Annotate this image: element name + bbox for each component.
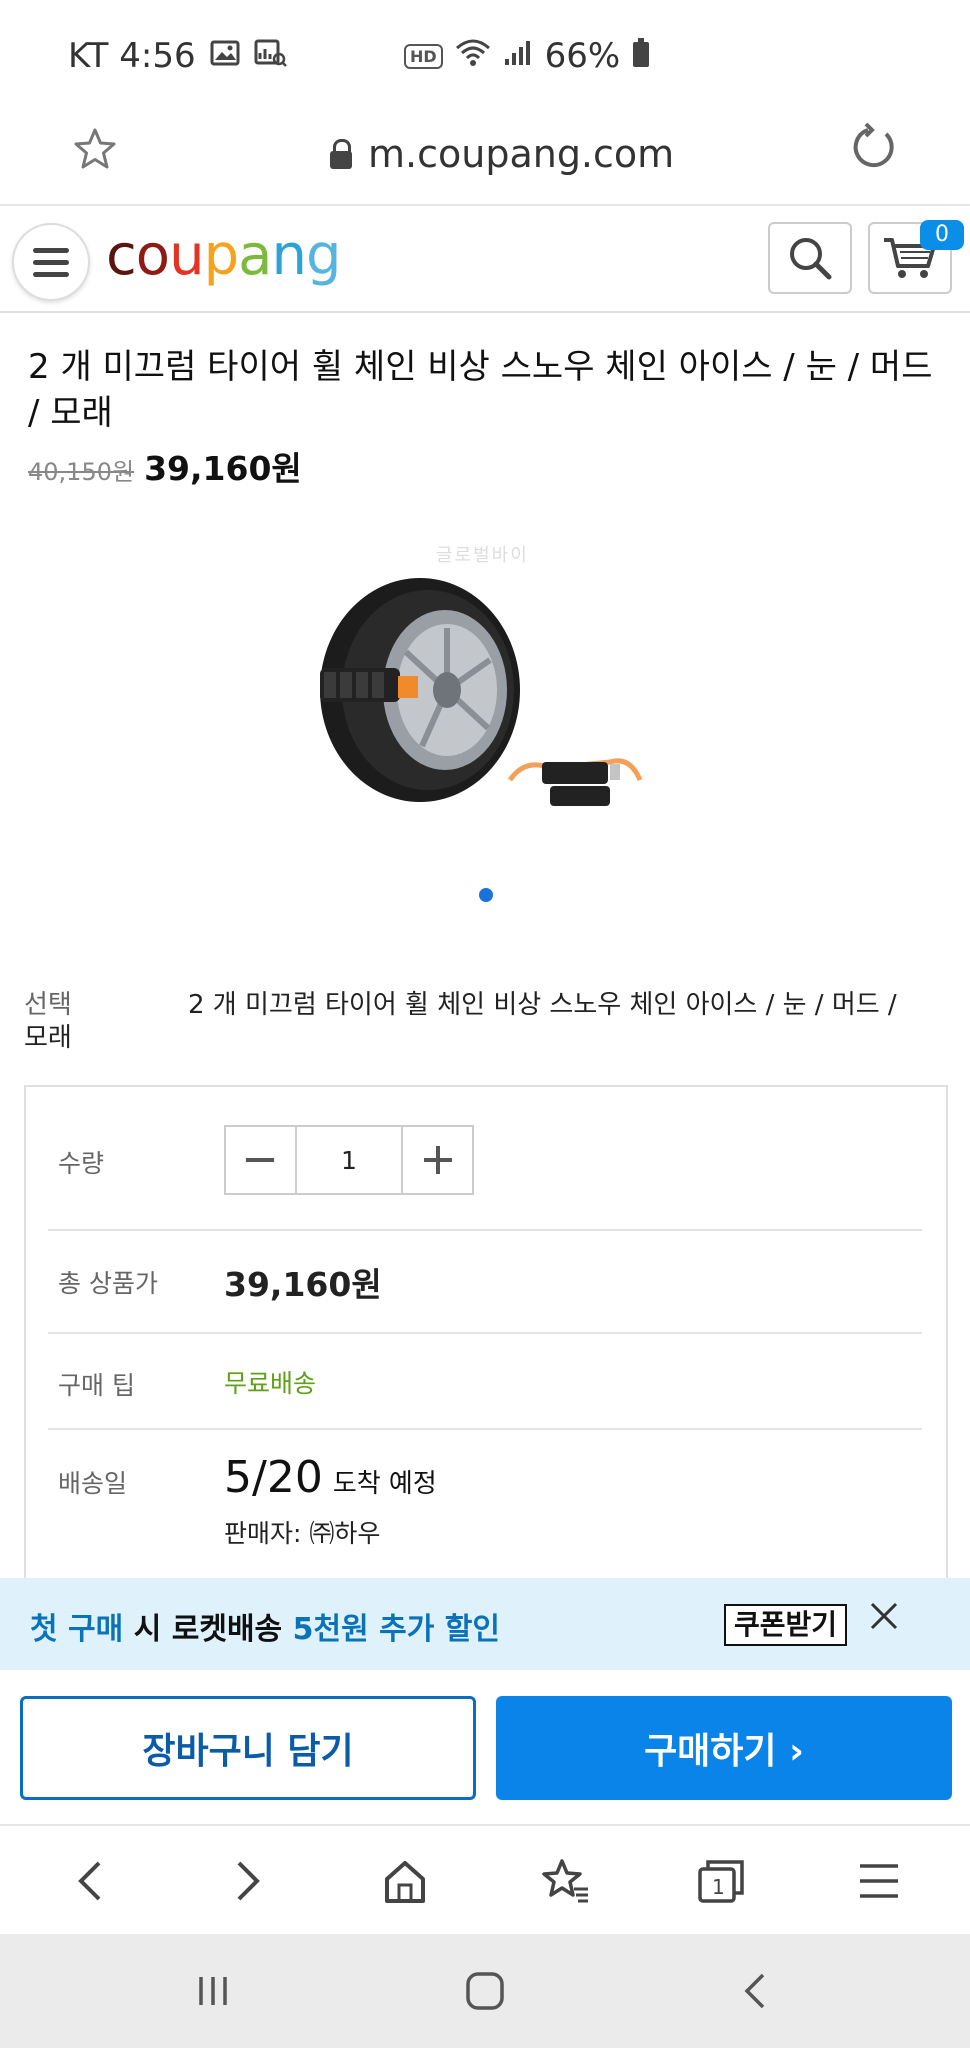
add-to-cart-button[interactable]: 장바구니 담기 <box>20 1696 476 1800</box>
system-nav-bar <box>0 1934 970 2048</box>
battery-percent: 66% <box>544 36 621 76</box>
system-back-icon[interactable] <box>720 1958 790 2024</box>
option-label: 선택 <box>24 990 72 1020</box>
coupon-text-rocket: 시 로켓배송 <box>123 1612 293 1647</box>
get-coupon-button[interactable]: 쿠폰받기 <box>724 1604 848 1646</box>
forward-icon[interactable] <box>212 1848 282 1914</box>
status-bar: KT 4:56 HD 66% <box>0 0 970 110</box>
app-header: coupang <box>0 207 970 313</box>
logo-letter: c <box>106 223 137 288</box>
free-shipping-tip: 무료배송 <box>224 1369 317 1398</box>
total-label: 총 상품가 <box>58 1269 158 1298</box>
logo-letter: o <box>135 223 170 288</box>
search-icon <box>790 238 832 280</box>
delivery-date-suffix: 도착 예정 <box>332 1469 437 1499</box>
quantity-label: 수량 <box>58 1149 105 1178</box>
hd-icon: HD <box>404 43 443 69</box>
image-search-icon <box>254 39 288 74</box>
logo-letter: p <box>203 223 240 288</box>
hamburger-menu-button[interactable] <box>12 223 90 301</box>
price-row: 40,150원 39,160원 <box>28 442 302 490</box>
quantity-stepper: 1 <box>224 1125 474 1195</box>
recent-apps-icon[interactable] <box>178 1958 248 2024</box>
option-value[interactable]: 2 개 미끄럼 타이어 휠 체인 비상 스노우 체인 아이스 / 눈 / 머드 … <box>188 984 948 1021</box>
logo-letter: u <box>169 223 204 288</box>
carrier-time: KT 4:56 <box>68 36 196 76</box>
coupang-logo[interactable]: coupang <box>106 223 342 288</box>
battery-icon <box>632 37 650 75</box>
search-button[interactable] <box>768 222 852 294</box>
decrease-button[interactable] <box>226 1127 295 1193</box>
divider <box>48 1332 922 1334</box>
delivery-label: 배송일 <box>58 1469 128 1498</box>
quantity-value[interactable]: 1 <box>294 1127 404 1193</box>
minus-icon <box>246 1158 275 1162</box>
logo-letter: n <box>271 223 306 288</box>
action-area: 장바구니 담기 구매하기 › <box>0 1670 970 1824</box>
svg-text:1: 1 <box>712 1875 725 1899</box>
cart-count-badge: 0 <box>920 220 964 250</box>
coupon-text-discount: 5천원 추가 할인 <box>292 1612 500 1647</box>
close-icon[interactable] <box>864 1596 904 1647</box>
carousel-dot[interactable] <box>479 888 493 902</box>
system-home-icon[interactable] <box>450 1958 520 2024</box>
option-value-wrap[interactable]: 모래 <box>24 1017 72 1054</box>
wifi-icon <box>455 38 491 75</box>
home-icon[interactable] <box>370 1848 440 1914</box>
menu-line <box>33 247 69 253</box>
signal-icon <box>503 39 533 74</box>
tip-label: 구매 팁 <box>58 1371 135 1400</box>
status-left: KT 4:56 <box>68 36 288 76</box>
buy-now-button[interactable]: 구매하기 › <box>496 1696 952 1800</box>
divider <box>48 1229 922 1231</box>
menu-line <box>33 259 69 265</box>
original-price: 40,150원 <box>28 458 135 486</box>
plus-icon <box>423 1146 452 1174</box>
gallery-icon <box>210 40 240 73</box>
bookmark-star-icon[interactable] <box>72 126 118 184</box>
browser-url-bar: m.coupang.com <box>0 110 970 206</box>
delivery-date: 5/20 도착 예정 <box>224 1452 437 1503</box>
lock-icon <box>330 139 352 169</box>
coupon-text: 첫 구매 시 로켓배송 5천원 추가 할인 <box>30 1604 500 1648</box>
total-price: 39,160원 <box>224 1265 382 1304</box>
url-text: m.coupang.com <box>368 132 675 176</box>
tabs-icon[interactable]: 1 <box>686 1848 756 1914</box>
logo-letter: g <box>305 223 342 288</box>
status-right: HD 66% <box>404 36 650 76</box>
back-icon[interactable] <box>56 1848 126 1914</box>
menu-icon[interactable] <box>844 1848 914 1914</box>
coupon-text-first-purchase: 첫 구매 <box>30 1612 124 1647</box>
product-image[interactable] <box>310 540 670 850</box>
increase-button[interactable] <box>403 1127 472 1193</box>
url-field[interactable]: m.coupang.com <box>330 132 674 176</box>
reload-icon[interactable] <box>848 122 898 184</box>
product-title: 2 개 미끄럼 타이어 휠 체인 비상 스노우 체인 아이스 / 눈 / 머드 … <box>28 347 933 433</box>
browser-nav-bar: 1 <box>0 1824 970 1934</box>
coupon-banner: 첫 구매 시 로켓배송 5천원 추가 할인 쿠폰받기 <box>0 1578 970 1670</box>
logo-letter: a <box>238 223 272 288</box>
bookmarks-icon[interactable] <box>530 1848 600 1914</box>
sale-price: 39,160원 <box>144 449 302 488</box>
seller-name: 판매자: ㈜하우 <box>224 1519 381 1548</box>
delivery-date-value: 5/20 <box>224 1452 323 1503</box>
menu-line <box>33 271 69 277</box>
purchase-details-box <box>24 1085 948 1585</box>
divider <box>48 1428 922 1430</box>
